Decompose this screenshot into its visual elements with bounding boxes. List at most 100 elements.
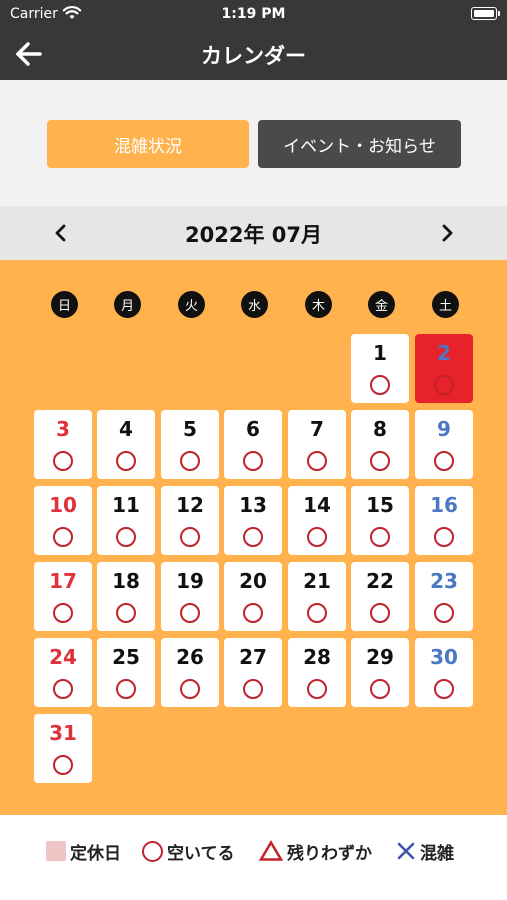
day-cell[interactable]: 12 <box>161 486 219 555</box>
day-number: 10 <box>49 493 77 517</box>
circle-icon <box>180 527 200 547</box>
day-cell[interactable]: 9 <box>415 410 473 479</box>
day-cell[interactable]: 27 <box>224 638 282 707</box>
circle-icon <box>142 840 163 862</box>
day-cell[interactable]: 2 <box>415 334 473 403</box>
day-number: 29 <box>366 645 394 669</box>
status-bar: Carrier 1:19 PM <box>0 0 507 28</box>
circle-icon <box>53 527 73 547</box>
day-cell[interactable]: 30 <box>415 638 473 707</box>
circle-icon <box>434 603 454 623</box>
day-cell[interactable]: 29 <box>351 638 409 707</box>
day-number: 28 <box>303 645 331 669</box>
day-cell[interactable]: 18 <box>97 562 155 631</box>
day-number: 21 <box>303 569 331 593</box>
chevron-right-icon[interactable] <box>432 218 462 248</box>
circle-icon <box>53 603 73 623</box>
day-cell[interactable]: 21 <box>288 562 346 631</box>
tab-events[interactable]: イベント・お知らせ <box>258 120 461 168</box>
circle-icon <box>53 679 73 699</box>
legend-closed-label: 定休日 <box>70 843 121 864</box>
day-cell[interactable]: 19 <box>161 562 219 631</box>
day-cell[interactable]: 15 <box>351 486 409 555</box>
battery-icon <box>471 7 497 20</box>
day-cell[interactable]: 6 <box>224 410 282 479</box>
day-cell[interactable]: 3 <box>34 410 92 479</box>
weekday-2: 火 <box>178 291 205 318</box>
circle-icon <box>307 603 327 623</box>
weekday-1: 月 <box>114 291 141 318</box>
circle-icon <box>434 375 454 395</box>
circle-icon <box>53 451 73 471</box>
day-cell[interactable]: 8 <box>351 410 409 479</box>
day-number: 17 <box>49 569 77 593</box>
day-cell[interactable]: 13 <box>224 486 282 555</box>
legend-few: 残りわずか <box>259 839 372 864</box>
circle-icon <box>434 679 454 699</box>
day-cell[interactable]: 25 <box>97 638 155 707</box>
weekday-6: 土 <box>432 291 459 318</box>
day-number: 23 <box>430 569 458 593</box>
weekday-5: 金 <box>368 291 395 318</box>
day-cell[interactable]: 23 <box>415 562 473 631</box>
legend: 定休日 空いてる 残りわずか 混雑 <box>0 815 507 900</box>
day-number: 13 <box>239 493 267 517</box>
circle-icon <box>116 603 136 623</box>
day-cell[interactable]: 10 <box>34 486 92 555</box>
month-selector: 2022年 07月 <box>0 206 507 260</box>
tab-congestion[interactable]: 混雑状況 <box>47 120 249 168</box>
day-number: 25 <box>112 645 140 669</box>
circle-icon <box>370 679 390 699</box>
day-cell[interactable]: 24 <box>34 638 92 707</box>
battery-tip <box>498 11 500 16</box>
day-cell[interactable]: 31 <box>34 714 92 783</box>
circle-icon <box>434 451 454 471</box>
day-number: 18 <box>112 569 140 593</box>
day-number: 15 <box>366 493 394 517</box>
day-cell[interactable]: 26 <box>161 638 219 707</box>
day-cell[interactable]: 5 <box>161 410 219 479</box>
day-cell[interactable]: 14 <box>288 486 346 555</box>
circle-icon <box>116 679 136 699</box>
day-cell[interactable]: 4 <box>97 410 155 479</box>
day-cell[interactable]: 17 <box>34 562 92 631</box>
legend-few-label: 残りわずか <box>287 843 372 864</box>
circle-icon <box>370 603 390 623</box>
tab-area: 混雑状況 イベント・お知らせ <box>0 80 507 206</box>
day-cell[interactable]: 1 <box>351 334 409 403</box>
circle-icon <box>243 603 263 623</box>
day-number: 3 <box>56 417 70 441</box>
day-number: 14 <box>303 493 331 517</box>
day-number: 4 <box>119 417 133 441</box>
circle-icon <box>307 679 327 699</box>
day-cell[interactable]: 11 <box>97 486 155 555</box>
legend-open: 空いてる <box>142 839 235 864</box>
day-number: 26 <box>176 645 204 669</box>
day-number: 22 <box>366 569 394 593</box>
circle-icon <box>180 451 200 471</box>
weekday-4: 木 <box>305 291 332 318</box>
day-number: 6 <box>246 417 260 441</box>
day-cell[interactable]: 28 <box>288 638 346 707</box>
day-number: 9 <box>437 417 451 441</box>
circle-icon <box>307 451 327 471</box>
day-cell[interactable]: 7 <box>288 410 346 479</box>
day-number: 12 <box>176 493 204 517</box>
day-cell[interactable]: 22 <box>351 562 409 631</box>
cross-icon <box>397 842 415 860</box>
day-number: 31 <box>49 721 77 745</box>
page-title: カレンダー <box>201 44 306 68</box>
circle-icon <box>370 527 390 547</box>
legend-busy-label: 混雑 <box>420 843 454 864</box>
day-cell[interactable]: 20 <box>224 562 282 631</box>
circle-icon <box>434 527 454 547</box>
day-number: 8 <box>373 417 387 441</box>
day-number: 20 <box>239 569 267 593</box>
day-number: 30 <box>430 645 458 669</box>
day-number: 7 <box>310 417 324 441</box>
legend-busy: 混雑 <box>396 839 454 864</box>
day-number: 11 <box>112 493 140 517</box>
status-time: 1:19 PM <box>221 6 286 22</box>
triangle-icon <box>259 840 283 861</box>
day-cell[interactable]: 16 <box>415 486 473 555</box>
